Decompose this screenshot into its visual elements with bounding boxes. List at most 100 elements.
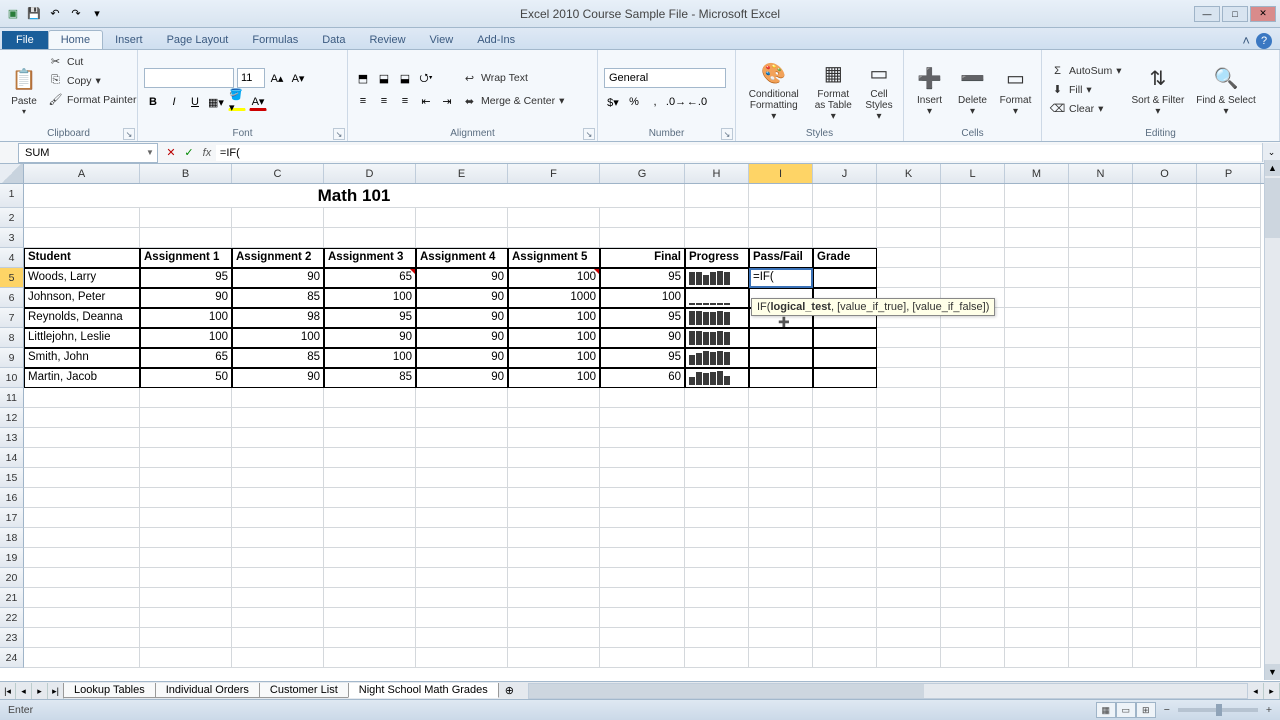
cell[interactable] xyxy=(1069,348,1133,368)
cell[interactable]: 85 xyxy=(324,368,416,388)
cell[interactable] xyxy=(1069,568,1133,588)
cell[interactable] xyxy=(813,528,877,548)
cell[interactable] xyxy=(877,408,941,428)
cell[interactable] xyxy=(1005,308,1069,328)
cell[interactable] xyxy=(1197,208,1261,228)
cell[interactable] xyxy=(1133,368,1197,388)
cell[interactable] xyxy=(685,468,749,488)
cell[interactable] xyxy=(324,488,416,508)
col-O[interactable]: O xyxy=(1133,164,1197,183)
col-H[interactable]: H xyxy=(685,164,749,183)
cell[interactable] xyxy=(416,528,508,548)
cell[interactable]: 90 xyxy=(416,328,508,348)
cell[interactable]: 95 xyxy=(600,308,685,328)
clipboard-launcher[interactable]: ↘ xyxy=(123,128,135,140)
cell[interactable] xyxy=(1133,488,1197,508)
cell[interactable] xyxy=(685,448,749,468)
cell[interactable] xyxy=(941,648,1005,668)
paste-button[interactable]: 📋 Paste ▾ xyxy=(6,53,42,126)
cell[interactable] xyxy=(232,228,324,248)
cell[interactable]: 60 xyxy=(600,368,685,388)
cell[interactable] xyxy=(1005,348,1069,368)
cell[interactable]: 95 xyxy=(600,348,685,368)
cell[interactable] xyxy=(749,588,813,608)
cell[interactable] xyxy=(877,348,941,368)
cell[interactable]: Pass/Fail xyxy=(749,248,813,268)
cell[interactable] xyxy=(1005,208,1069,228)
cell[interactable]: Final xyxy=(600,248,685,268)
cell[interactable] xyxy=(24,428,140,448)
cell[interactable] xyxy=(877,268,941,288)
cell[interactable] xyxy=(600,228,685,248)
cell[interactable] xyxy=(1005,648,1069,668)
new-sheet-button[interactable]: ⊕ xyxy=(499,684,520,697)
cell[interactable] xyxy=(140,488,232,508)
cell[interactable] xyxy=(1133,388,1197,408)
cell[interactable] xyxy=(1005,488,1069,508)
cell[interactable] xyxy=(749,228,813,248)
font-launcher[interactable]: ↘ xyxy=(333,128,345,140)
cell[interactable] xyxy=(324,208,416,228)
cell[interactable] xyxy=(1133,288,1197,308)
cell[interactable] xyxy=(140,648,232,668)
cell[interactable] xyxy=(140,228,232,248)
cell[interactable] xyxy=(941,608,1005,628)
cell[interactable] xyxy=(416,628,508,648)
cell[interactable] xyxy=(1197,428,1261,448)
cell[interactable] xyxy=(749,388,813,408)
cell[interactable] xyxy=(941,528,1005,548)
cell[interactable] xyxy=(508,608,600,628)
cell[interactable]: 85 xyxy=(232,288,324,308)
align-middle-icon[interactable]: ⬓ xyxy=(375,69,393,87)
cell[interactable] xyxy=(508,468,600,488)
cell[interactable] xyxy=(508,568,600,588)
tab-home[interactable]: Home xyxy=(48,30,103,49)
cell[interactable] xyxy=(877,448,941,468)
cell[interactable] xyxy=(1069,468,1133,488)
editing-cell[interactable]: =IF( xyxy=(749,268,813,288)
row-header-18[interactable]: 18 xyxy=(0,528,24,548)
cell[interactable] xyxy=(685,488,749,508)
row-header-9[interactable]: 9 xyxy=(0,348,24,368)
cell[interactable] xyxy=(600,428,685,448)
cell[interactable] xyxy=(877,608,941,628)
italic-button[interactable]: I xyxy=(165,93,183,111)
cell[interactable] xyxy=(24,508,140,528)
cell[interactable] xyxy=(1069,308,1133,328)
cell[interactable]: 100 xyxy=(324,348,416,368)
cell[interactable] xyxy=(1133,448,1197,468)
cell[interactable]: Smith, John xyxy=(24,348,140,368)
format-cells-button[interactable]: ▭Format▾ xyxy=(996,53,1035,126)
cell[interactable] xyxy=(1197,528,1261,548)
cell[interactable] xyxy=(232,588,324,608)
row-header-19[interactable]: 19 xyxy=(0,548,24,568)
cell[interactable] xyxy=(140,448,232,468)
cell[interactable]: 65 xyxy=(324,268,416,288)
cell[interactable] xyxy=(324,568,416,588)
cell[interactable] xyxy=(749,488,813,508)
cell[interactable] xyxy=(140,568,232,588)
cell[interactable] xyxy=(877,488,941,508)
qat-customize-icon[interactable]: ▾ xyxy=(88,5,106,23)
indent-increase-icon[interactable]: ⇥ xyxy=(438,92,456,110)
cell[interactable] xyxy=(813,488,877,508)
clear-button[interactable]: ⌫Clear ▾ xyxy=(1048,100,1123,117)
row-header-6[interactable]: 6 xyxy=(0,288,24,308)
tab-file[interactable]: File xyxy=(2,31,48,49)
cell[interactable] xyxy=(685,428,749,448)
cell[interactable]: Grade xyxy=(813,248,877,268)
cell[interactable] xyxy=(749,408,813,428)
cell[interactable] xyxy=(1005,408,1069,428)
fill-color-button[interactable]: 🪣▾ xyxy=(228,93,246,111)
cell[interactable]: Assignment 4 xyxy=(416,248,508,268)
cut-button[interactable]: ✂Cut xyxy=(46,53,138,70)
cell[interactable] xyxy=(749,208,813,228)
cell[interactable] xyxy=(749,448,813,468)
row-header-24[interactable]: 24 xyxy=(0,648,24,668)
cell[interactable] xyxy=(24,648,140,668)
cell[interactable] xyxy=(508,588,600,608)
cell[interactable] xyxy=(600,628,685,648)
cell[interactable]: 90 xyxy=(416,368,508,388)
cell[interactable] xyxy=(685,508,749,528)
cell[interactable] xyxy=(508,208,600,228)
